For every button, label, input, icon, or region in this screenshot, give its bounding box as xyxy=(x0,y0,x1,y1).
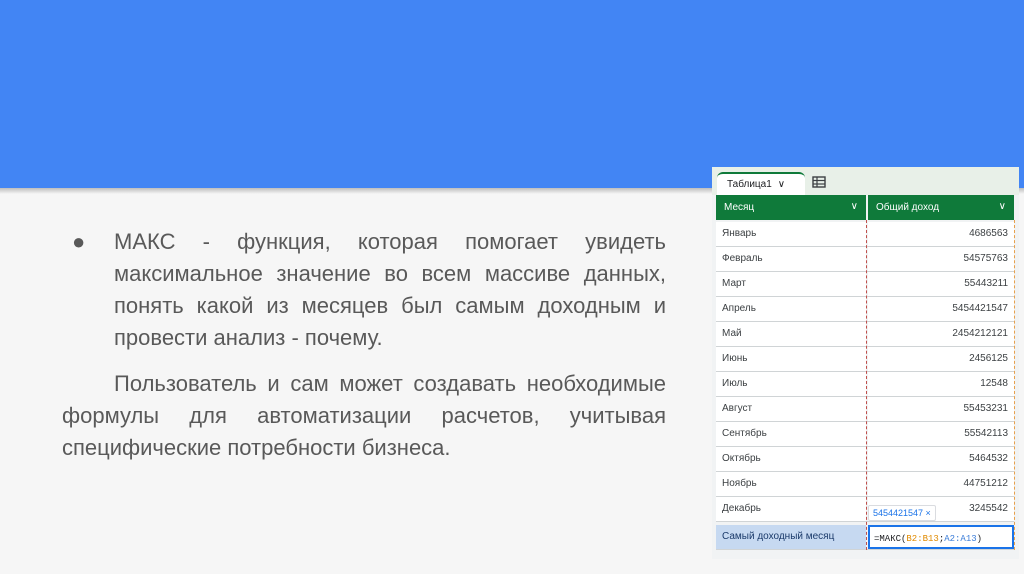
header-banner xyxy=(0,0,1024,188)
summary-row: Самый доходный месяц =МАКС(B2:B13;A2:A13… xyxy=(716,525,1014,550)
income-cell[interactable]: 55443211 xyxy=(868,272,1014,296)
table-row: Сентябрь 55542113 xyxy=(716,422,1014,447)
table-row: Июль 12548 xyxy=(716,372,1014,397)
income-cell[interactable]: 4686563 xyxy=(868,222,1014,246)
chevron-down-icon[interactable]: ∨ xyxy=(851,201,858,212)
income-cell[interactable]: 55453231 xyxy=(868,397,1014,421)
month-cell[interactable]: Октябрь xyxy=(716,447,866,471)
column-header-income-label: Общий доход xyxy=(876,202,940,213)
formula-ref-income: B2:B13 xyxy=(906,534,939,544)
month-cell[interactable]: Июль xyxy=(716,372,866,396)
month-cell[interactable]: Декабрь xyxy=(716,497,866,521)
sheet-tab[interactable]: Таблица1 ∨ xyxy=(717,172,805,195)
formula-suffix: ) xyxy=(976,534,983,544)
chevron-down-icon[interactable]: ∨ xyxy=(999,201,1006,212)
bullet-text: МАКС - функция, которая помогает увидеть… xyxy=(114,229,666,350)
income-cell[interactable]: 5464532 xyxy=(868,447,1014,471)
formula-prefix: =МАКС( xyxy=(874,534,907,544)
column-header-month[interactable]: Месяц ∨ xyxy=(716,195,866,220)
month-cell[interactable]: Сентябрь xyxy=(716,422,866,446)
income-cell[interactable]: 5454421547 xyxy=(868,297,1014,321)
table-row: Декабрь 3245542 xyxy=(716,497,1014,522)
table-row: Октябрь 5464532 xyxy=(716,447,1014,472)
income-cell[interactable]: 55542113 xyxy=(868,422,1014,446)
income-cell[interactable]: 2454212121 xyxy=(868,322,1014,346)
month-cell[interactable]: Август xyxy=(716,397,866,421)
column-header-month-label: Месяц xyxy=(724,202,755,213)
sheet-tab-label: Таблица1 xyxy=(727,179,772,190)
income-cell[interactable]: 2456125 xyxy=(868,347,1014,371)
month-cell[interactable]: Май xyxy=(716,322,866,346)
range-highlight-border xyxy=(866,220,867,550)
bullet-dot-icon: ● xyxy=(72,229,86,254)
table-row: Март 55443211 xyxy=(716,272,1014,297)
income-cell[interactable]: 12548 xyxy=(868,372,1014,396)
table-row: Апрель 5454421547 xyxy=(716,297,1014,322)
table-row: Август 55453231 xyxy=(716,397,1014,422)
formula-result-tooltip: 5454421547 × xyxy=(868,505,936,521)
sheet-tab-bar: Таблица1 ∨ xyxy=(712,167,1019,195)
spreadsheet-screenshot: Таблица1 ∨ Месяц ∨ Общий доход ∨ Январь 4… xyxy=(712,167,1019,559)
month-cell[interactable]: Июнь xyxy=(716,347,866,371)
table-row: Май 2454212121 xyxy=(716,322,1014,347)
income-cell[interactable]: 54575763 xyxy=(868,247,1014,271)
range-highlight-border xyxy=(1014,220,1015,550)
slide-text: ● МАКС - функция, которая помогает увиде… xyxy=(62,226,666,464)
bullet-item: ● МАКС - функция, которая помогает увиде… xyxy=(62,226,666,354)
month-cell[interactable]: Январь xyxy=(716,222,866,246)
income-cell[interactable]: 44751212 xyxy=(868,472,1014,496)
month-cell[interactable]: Март xyxy=(716,272,866,296)
table-grid-icon[interactable] xyxy=(812,175,826,189)
body-paragraph: Пользователь и сам может создавать необх… xyxy=(62,371,666,460)
summary-label-cell[interactable]: Самый доходный месяц xyxy=(716,525,866,549)
month-cell[interactable]: Апрель xyxy=(716,297,866,321)
formula-cell[interactable]: =МАКС(B2:B13;A2:A13) xyxy=(868,525,1014,549)
table-row: Январь 4686563 xyxy=(716,222,1014,247)
formula-ref-month: A2:A13 xyxy=(944,534,977,544)
month-cell[interactable]: Ноябрь xyxy=(716,472,866,496)
column-header-income[interactable]: Общий доход ∨ xyxy=(868,195,1014,220)
table-row: Июнь 2456125 xyxy=(716,347,1014,372)
table-row: Ноябрь 44751212 xyxy=(716,472,1014,497)
chevron-down-icon[interactable]: ∨ xyxy=(778,179,785,190)
table-row: Февраль 54575763 xyxy=(716,247,1014,272)
month-cell[interactable]: Февраль xyxy=(716,247,866,271)
